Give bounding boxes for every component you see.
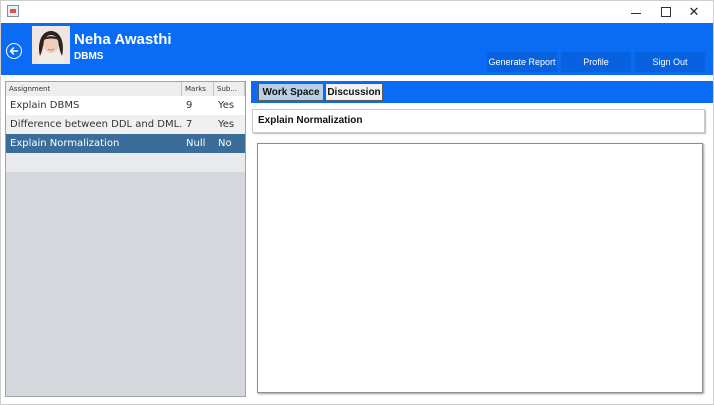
workspace-text-area[interactable] [257, 143, 703, 393]
marks-cell: 9 [186, 100, 193, 111]
table-row[interactable]: Difference between DDL and DML... 7 Yes [6, 115, 245, 134]
profile-button[interactable]: Profile [561, 52, 631, 72]
assignment-cell: Explain DBMS [10, 100, 80, 111]
close-icon: ✕ [688, 4, 700, 20]
submitted-cell: Yes [218, 100, 235, 111]
table-header: Assignment Marks Sub... [6, 82, 245, 97]
table-row-empty [6, 153, 245, 172]
minimize-button[interactable] [621, 1, 651, 23]
tab-workspace[interactable]: Work Space [258, 83, 324, 101]
submitted-cell: No [218, 138, 232, 149]
marks-cell: 7 [186, 119, 193, 130]
title-bar: ✕ [1, 1, 713, 23]
generate-report-button[interactable]: Generate Report [487, 52, 557, 72]
maximize-icon [661, 7, 671, 17]
tab-strip: Work Space Discussion [251, 81, 713, 103]
java-app-icon [7, 5, 19, 17]
assignment-cell: Difference between DDL and DML... [10, 119, 182, 130]
back-arrow-icon [9, 47, 19, 55]
column-header-marks[interactable]: Marks [182, 82, 214, 96]
user-avatar-icon [32, 26, 70, 64]
user-name: Neha Awasthi [74, 31, 172, 48]
back-button[interactable] [6, 43, 22, 59]
table-body: Explain DBMS 9 Yes Difference between DD… [6, 96, 245, 172]
course-name: DBMS [74, 51, 104, 62]
header-bar: Neha Awasthi DBMS Generate Report Profil… [1, 23, 713, 75]
minimize-icon [631, 12, 641, 14]
submitted-cell: Yes [218, 119, 235, 130]
app-window: ✕ Neha Awasthi DBMS Generate Report Prof… [0, 0, 714, 405]
marks-cell: Null [186, 138, 206, 149]
maximize-button[interactable] [651, 1, 681, 23]
tab-discussion[interactable]: Discussion [325, 83, 383, 101]
assignment-cell: Explain Normalization [10, 138, 120, 149]
question-title: Explain Normalization [258, 115, 363, 126]
avatar [32, 26, 70, 64]
column-header-assignment[interactable]: Assignment [6, 82, 182, 96]
sign-out-button[interactable]: Sign Out [635, 52, 705, 72]
question-title-bar: Explain Normalization [252, 109, 705, 133]
assignments-table: Assignment Marks Sub... Explain DBMS 9 Y… [5, 81, 246, 397]
column-header-submitted[interactable]: Sub... [214, 82, 245, 96]
close-button[interactable]: ✕ [679, 1, 709, 23]
table-row-selected[interactable]: Explain Normalization Null No [6, 134, 245, 153]
table-row[interactable]: Explain DBMS 9 Yes [6, 96, 245, 115]
